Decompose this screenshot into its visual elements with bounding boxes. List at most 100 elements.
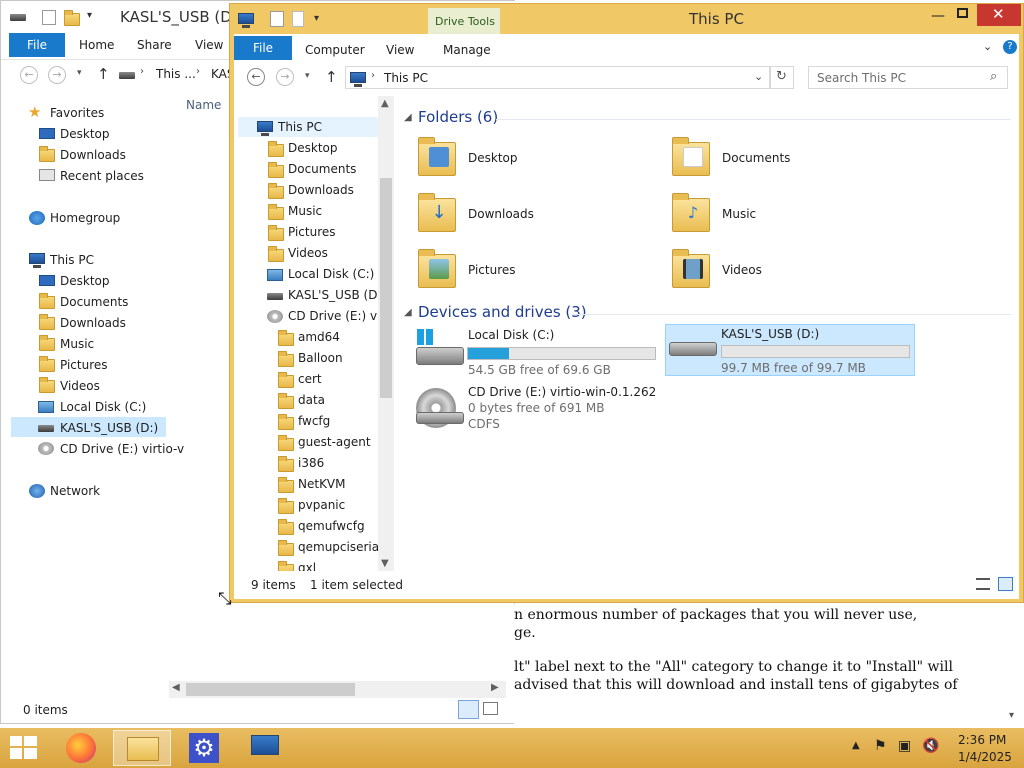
tab-file[interactable]: File bbox=[234, 36, 292, 60]
tab-view[interactable]: View bbox=[195, 33, 223, 57]
tree-music[interactable]: Music bbox=[288, 204, 322, 218]
breadcrumb-this-pc[interactable]: This PC bbox=[384, 71, 428, 85]
collapse-folders-icon[interactable]: ◢ bbox=[404, 112, 412, 123]
folder-desktop[interactable]: Desktop bbox=[468, 151, 518, 165]
details-view-icon[interactable] bbox=[458, 700, 479, 719]
quick-access-dropdown-icon[interactable]: ▾ bbox=[87, 10, 92, 21]
nav-pc-pictures[interactable]: Pictures bbox=[60, 358, 108, 372]
collapse-devices-icon[interactable]: ◢ bbox=[404, 307, 412, 318]
folder-downloads[interactable]: Downloads bbox=[468, 207, 534, 221]
quick-access-dropdown-icon[interactable]: ▾ bbox=[314, 13, 319, 24]
file-explorer-icon[interactable] bbox=[127, 737, 159, 761]
taskbar-firefox[interactable] bbox=[52, 730, 110, 766]
nav-pc-cd-drive[interactable]: CD Drive (E:) virtio-v bbox=[60, 442, 184, 456]
back-horizontal-scrollbar[interactable]: ◀ ▶ bbox=[169, 681, 506, 698]
help-icon[interactable]: ? bbox=[1003, 40, 1017, 54]
address-dropdown-icon[interactable]: ⌄ bbox=[754, 70, 763, 83]
large-icons-view-icon[interactable] bbox=[998, 577, 1013, 591]
tree-cd-child[interactable]: fwcfg bbox=[298, 414, 330, 428]
documents-folder-icon[interactable] bbox=[672, 137, 710, 176]
computer-icon[interactable] bbox=[251, 735, 279, 755]
downloads-folder-icon[interactable]: ↓ bbox=[418, 193, 456, 232]
tab-computer[interactable]: Computer bbox=[305, 38, 365, 62]
nav-this-pc[interactable]: This PC bbox=[50, 253, 94, 267]
drive-usb[interactable]: KASL'S_USB (D:) 99.7 MB free of 99.7 MB bbox=[665, 324, 915, 376]
folder-pictures[interactable]: Pictures bbox=[468, 263, 516, 277]
front-title-bar[interactable]: ▾ Drive Tools This PC — ✕ bbox=[230, 4, 1024, 35]
tree-local-disk[interactable]: Local Disk (C:) bbox=[288, 267, 374, 281]
tree-downloads[interactable]: Downloads bbox=[288, 183, 354, 197]
ribbon-expand-icon[interactable]: ⌄ bbox=[983, 40, 992, 53]
folder-music[interactable]: Music bbox=[722, 207, 756, 221]
tree-this-pc[interactable]: This PC bbox=[278, 120, 322, 134]
taskbar-network-app[interactable] bbox=[237, 730, 295, 766]
clock-time[interactable]: 2:36 PM bbox=[958, 733, 1006, 747]
nav-pc-music[interactable]: Music bbox=[60, 337, 94, 351]
tree-cd-child[interactable]: data bbox=[298, 393, 325, 407]
up-arrow-icon[interactable]: ↑ bbox=[325, 68, 338, 86]
close-button[interactable]: ✕ bbox=[977, 4, 1021, 26]
properties-icon[interactable] bbox=[42, 10, 56, 25]
scrollbar-thumb[interactable] bbox=[380, 178, 392, 398]
tree-videos[interactable]: Videos bbox=[288, 246, 328, 260]
nav-pc-local-disk[interactable]: Local Disk (C:) bbox=[60, 400, 146, 414]
address-bar[interactable]: › This PC ⌄ bbox=[345, 66, 770, 89]
forward-arrow-icon[interactable]: → bbox=[48, 66, 66, 84]
tab-share[interactable]: Share bbox=[137, 33, 172, 57]
breadcrumb-this-pc[interactable]: This ... bbox=[156, 67, 196, 81]
nav-network[interactable]: Network bbox=[50, 484, 100, 498]
tab-view[interactable]: View bbox=[386, 38, 414, 62]
search-icon[interactable]: ⌕ bbox=[990, 69, 997, 84]
taskbar-settings[interactable]: ⚙ bbox=[175, 730, 233, 766]
scroll-left-icon[interactable]: ◀ bbox=[172, 682, 180, 693]
tray-expand-icon[interactable]: ▲ bbox=[852, 740, 860, 751]
tab-manage[interactable]: Manage bbox=[443, 38, 491, 62]
tab-file[interactable]: File bbox=[9, 33, 65, 57]
scroll-up-icon[interactable]: ▲ bbox=[381, 98, 389, 109]
firefox-icon[interactable] bbox=[66, 733, 96, 763]
tree-cd-child[interactable]: amd64 bbox=[298, 330, 340, 344]
nav-fav-desktop[interactable]: Desktop bbox=[60, 127, 110, 141]
nav-fav-recent-places[interactable]: Recent places bbox=[60, 169, 144, 183]
this-pc-window[interactable]: ▾ Drive Tools This PC — ✕ File Computer … bbox=[229, 3, 1024, 603]
desktop-folder-icon[interactable] bbox=[418, 137, 456, 176]
music-folder-icon[interactable]: ♪ bbox=[672, 193, 710, 232]
nav-pc-videos[interactable]: Videos bbox=[60, 379, 100, 393]
refresh-icon[interactable]: ↻ bbox=[776, 69, 787, 84]
nav-pc-desktop[interactable]: Desktop bbox=[60, 274, 110, 288]
folder-documents[interactable]: Documents bbox=[722, 151, 790, 165]
tree-cd-child[interactable]: cert bbox=[298, 372, 322, 386]
tree-cd-child[interactable]: qemufwcfg bbox=[298, 519, 365, 533]
recent-locations-icon[interactable]: ▾ bbox=[305, 71, 310, 81]
network-status-icon[interactable]: ▣ bbox=[898, 738, 911, 754]
drive-local-disk[interactable]: Local Disk (C:) 54.5 GB free of 69.6 GB bbox=[414, 325, 664, 377]
tree-usb-drive[interactable]: KASL'S_USB (D:) bbox=[288, 288, 386, 302]
large-icons-view-icon[interactable] bbox=[483, 702, 498, 715]
tree-documents[interactable]: Documents bbox=[288, 162, 356, 176]
tree-cd-child[interactable]: guest-agent bbox=[298, 435, 371, 449]
tree-cd-child[interactable]: qemupciserial bbox=[298, 540, 382, 554]
refresh-button[interactable]: ↻ bbox=[770, 66, 794, 89]
nav-homegroup[interactable]: Homegroup bbox=[50, 211, 120, 225]
gear-icon[interactable]: ⚙ bbox=[189, 733, 219, 763]
nav-pc-documents[interactable]: Documents bbox=[60, 295, 128, 309]
properties-icon[interactable] bbox=[270, 11, 284, 27]
tree-cd-child[interactable]: pvpanic bbox=[298, 498, 345, 512]
tree-cd-child[interactable]: NetKVM bbox=[298, 477, 346, 491]
volume-muted-icon[interactable]: 🔇 bbox=[922, 738, 939, 754]
tab-home[interactable]: Home bbox=[79, 33, 114, 57]
nav-pc-usb-drive[interactable]: KASL'S_USB (D:) bbox=[60, 421, 158, 435]
scroll-down-icon[interactable]: ▾ bbox=[1009, 710, 1014, 721]
tree-cd-child[interactable]: Balloon bbox=[298, 351, 343, 365]
new-folder-icon[interactable] bbox=[64, 10, 80, 26]
back-arrow-icon[interactable]: ← bbox=[20, 66, 38, 84]
devices-section-header[interactable]: Devices and drives (3) bbox=[418, 303, 587, 321]
tree-vertical-scrollbar[interactable]: ▲ ▼ bbox=[378, 96, 394, 571]
recent-locations-icon[interactable]: ▾ bbox=[77, 68, 82, 78]
details-view-icon[interactable] bbox=[976, 578, 990, 590]
search-box[interactable]: Search This PC ⌕ bbox=[808, 66, 1008, 89]
nav-favorites[interactable]: Favorites bbox=[50, 106, 104, 120]
nav-fav-downloads[interactable]: Downloads bbox=[60, 148, 126, 162]
maximize-icon[interactable] bbox=[957, 8, 968, 18]
back-arrow-icon[interactable]: ← bbox=[247, 68, 265, 86]
